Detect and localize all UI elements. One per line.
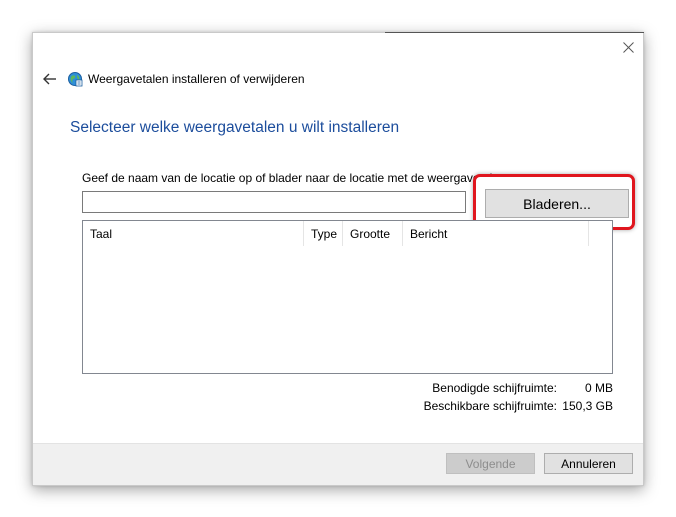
disk-space-info: Benodigde schijfruimte: 0 MB Beschikbare… xyxy=(424,379,613,415)
list-header: Taal Type Grootte Bericht xyxy=(83,221,612,246)
location-instruction: Geef de naam van de locatie op of blader… xyxy=(82,171,509,185)
cancel-button[interactable]: Annuleren xyxy=(544,453,633,474)
required-space-row: Benodigde schijfruimte: 0 MB xyxy=(424,379,613,397)
dialog-header: Weergavetalen installeren of verwijderen xyxy=(41,69,305,89)
available-space-value: 150,3 GB xyxy=(562,399,613,413)
globe-language-icon xyxy=(67,71,83,87)
close-icon xyxy=(622,41,634,53)
dialog-footer: Volgende Annuleren xyxy=(33,443,643,485)
close-button[interactable] xyxy=(613,33,643,61)
available-space-label: Beschikbare schijfruimte: xyxy=(423,399,557,413)
available-space-row: Beschikbare schijfruimte: 150,3 GB xyxy=(424,397,613,415)
required-space-label: Benodigde schijfruimte: xyxy=(432,381,557,395)
page: Weergavetalen installeren of verwijderen… xyxy=(0,0,676,517)
location-path-input[interactable] xyxy=(82,191,466,213)
column-header-type[interactable]: Type xyxy=(304,221,343,246)
browse-button[interactable]: Bladeren... xyxy=(485,189,629,218)
dialog-window: Weergavetalen installeren of verwijderen… xyxy=(32,32,644,486)
dialog-title: Weergavetalen installeren of verwijderen xyxy=(88,72,305,86)
language-list[interactable]: Taal Type Grootte Bericht xyxy=(82,220,613,374)
window-top-edge xyxy=(385,32,644,33)
page-heading: Selecteer welke weergavetalen u wilt ins… xyxy=(70,119,400,136)
column-header-bericht[interactable]: Bericht xyxy=(403,221,589,246)
column-header-filler xyxy=(589,221,612,246)
column-header-taal[interactable]: Taal xyxy=(83,221,304,246)
required-space-value: 0 MB xyxy=(584,381,613,395)
column-header-grootte[interactable]: Grootte xyxy=(343,221,403,246)
back-button[interactable] xyxy=(41,70,59,88)
arrow-left-icon xyxy=(43,73,56,85)
next-button[interactable]: Volgende xyxy=(446,453,535,474)
